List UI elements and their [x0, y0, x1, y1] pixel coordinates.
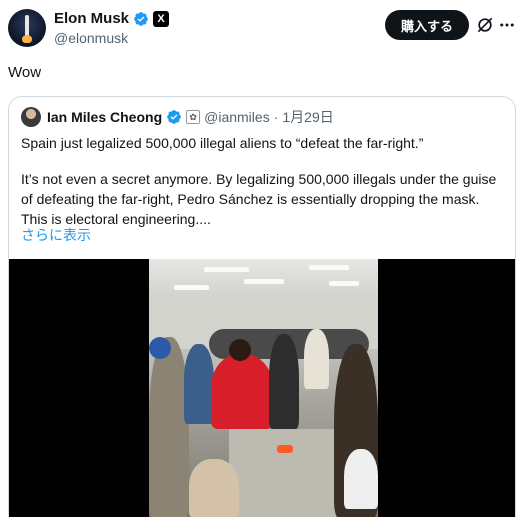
- author-handle[interactable]: @elonmusk: [54, 30, 128, 46]
- person-red: [211, 354, 273, 429]
- tweet-text: Wow: [8, 64, 42, 81]
- author-avatar[interactable]: [8, 9, 46, 47]
- ceiling-light: [174, 285, 209, 290]
- tweet-header: Elon Musk X @elonmusk 購入する: [8, 8, 517, 48]
- subscribe-button[interactable]: 購入する: [384, 10, 469, 40]
- quoted-author-handle: @ianmiles: [204, 109, 270, 125]
- quoted-tweet-header: Ian Miles Cheong ✿ @ianmiles · 1月29日: [21, 107, 334, 127]
- quoted-tweet-date: 1月29日: [282, 109, 334, 125]
- ceiling-light: [309, 265, 349, 270]
- affiliate-badge-icon: ✿: [186, 110, 201, 124]
- flame-shape: [22, 35, 32, 43]
- quoted-paragraph-1: Spain just legalized 500,000 illegal ali…: [21, 135, 424, 151]
- quoted-tweet-body: Spain just legalized 500,000 illegal ali…: [21, 133, 505, 229]
- verified-badge-icon: [134, 11, 148, 26]
- person-left: [149, 337, 189, 517]
- more-icon[interactable]: [497, 15, 517, 35]
- person-dark: [269, 334, 299, 429]
- author-display-name[interactable]: Elon Musk: [54, 10, 129, 27]
- person-blue: [184, 344, 214, 424]
- grok-icon[interactable]: [475, 15, 495, 35]
- quoted-tweet[interactable]: Ian Miles Cheong ✿ @ianmiles · 1月29日 Spa…: [8, 96, 516, 517]
- author-name-row: Elon Musk X: [54, 10, 170, 27]
- orange-shoe: [277, 445, 293, 453]
- person-white: [304, 329, 329, 389]
- ceiling-light: [329, 281, 359, 286]
- video-thumbnail: [149, 259, 378, 517]
- x-badge-icon: X: [153, 10, 170, 27]
- quoted-paragraph-2: It’s not even a secret anymore. By legal…: [21, 171, 497, 227]
- chair: [189, 459, 239, 517]
- head: [229, 339, 251, 361]
- white-pants: [344, 449, 378, 509]
- quoted-author-avatar: [21, 107, 41, 127]
- ceiling-light: [244, 279, 284, 284]
- video-player[interactable]: [9, 259, 515, 517]
- show-more-link[interactable]: さらに表示: [21, 225, 91, 245]
- verified-badge-icon: [167, 110, 181, 124]
- meta-separator: ·: [273, 109, 279, 125]
- blue-cap: [149, 337, 171, 359]
- ceiling-light: [204, 267, 249, 272]
- quoted-author-name: Ian Miles Cheong: [47, 109, 163, 125]
